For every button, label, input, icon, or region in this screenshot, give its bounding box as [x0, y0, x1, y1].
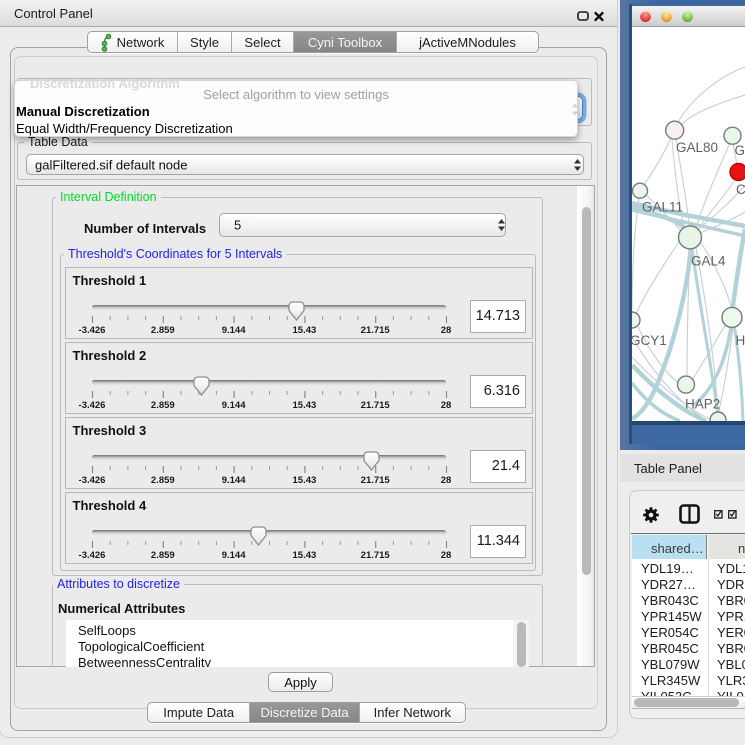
- svg-text:GAL4: GAL4: [691, 254, 726, 269]
- svg-text:GAL80: GAL80: [676, 140, 718, 155]
- svg-text:GAL11: GAL11: [642, 200, 683, 215]
- svg-text:GCY1: GCY1: [632, 333, 667, 348]
- svg-text:C: C: [736, 182, 745, 197]
- svg-text:HAP2: HAP2: [685, 397, 720, 412]
- svg-text:H: H: [736, 333, 745, 348]
- svg-text:GA: GA: [735, 143, 745, 158]
